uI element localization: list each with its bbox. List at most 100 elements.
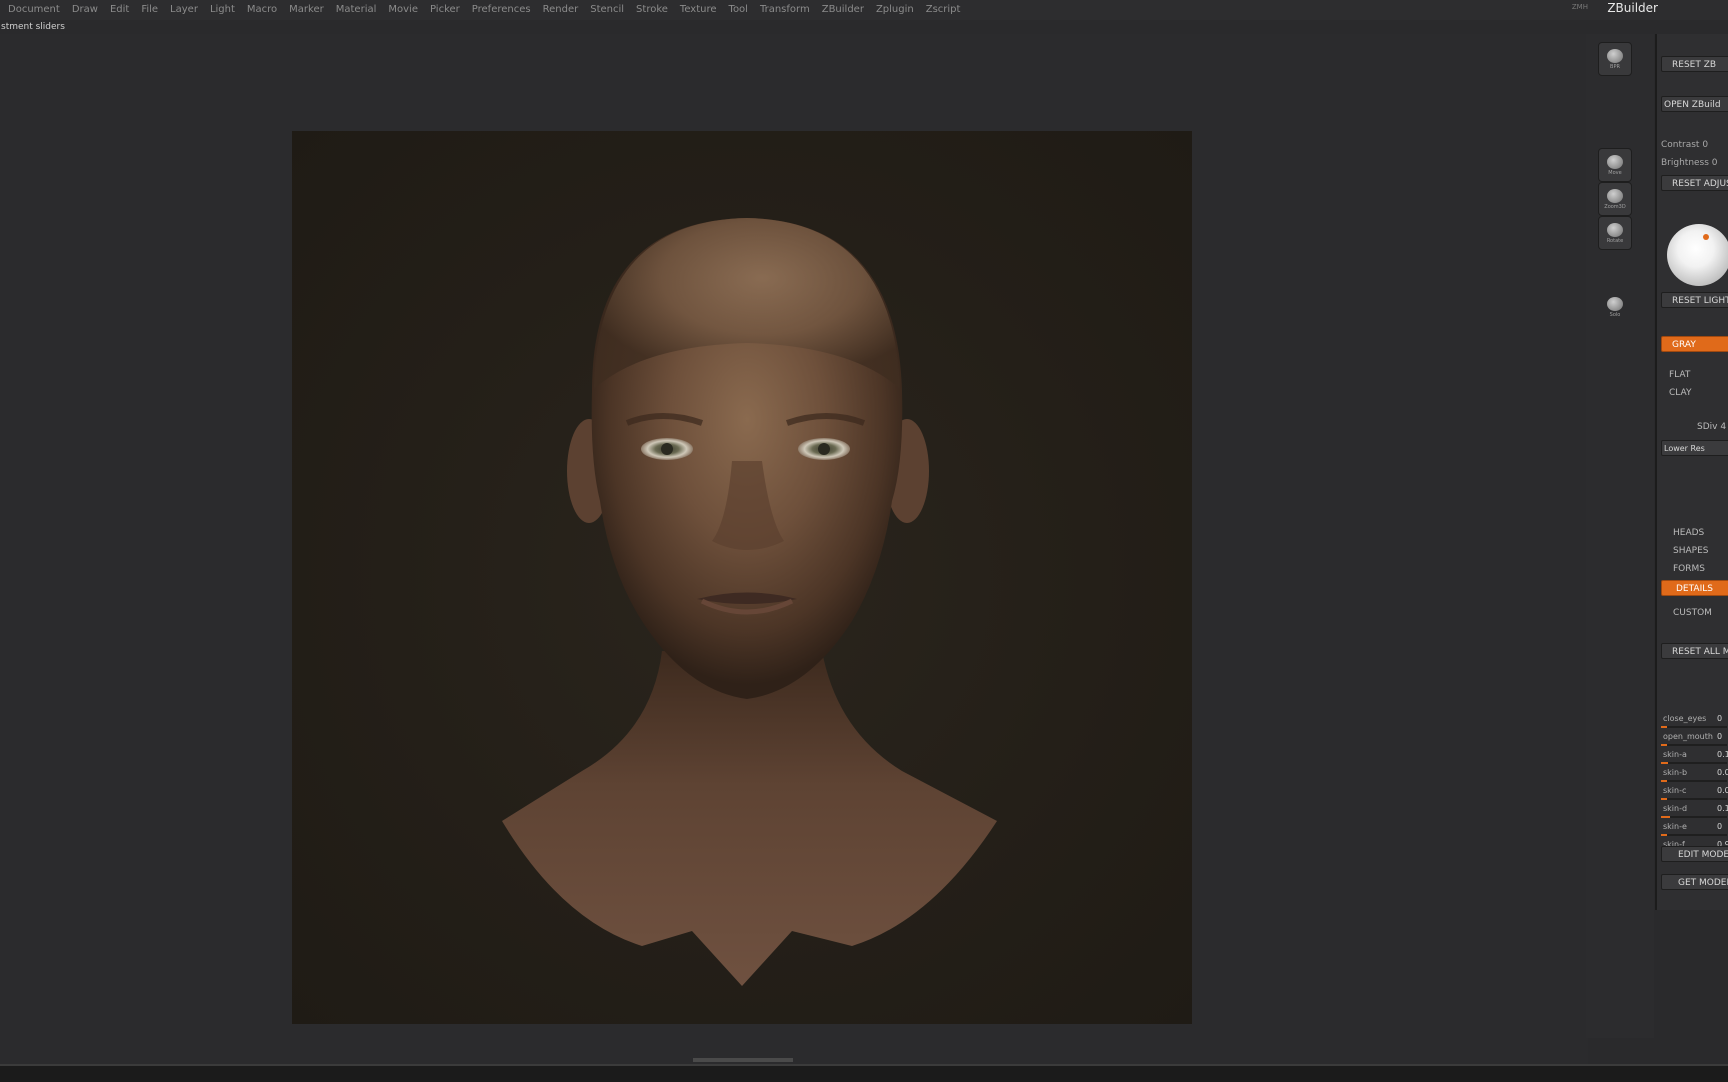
- slider-value: 0.13: [1717, 804, 1728, 813]
- brightness-slider[interactable]: Brightness 0: [1661, 158, 1718, 168]
- slider-value: 0: [1717, 822, 1723, 831]
- clay-option[interactable]: CLAY: [1669, 388, 1691, 398]
- menu-movie[interactable]: Movie: [382, 0, 424, 20]
- custom-tab[interactable]: CUSTOM: [1673, 608, 1712, 618]
- reset-light-button[interactable]: RESET LIGHT: [1661, 292, 1728, 308]
- slider-name: skin-a: [1663, 750, 1687, 759]
- sdiv-slider[interactable]: SDiv 4: [1697, 422, 1726, 432]
- slider-skin-c[interactable]: skin-c 0.04: [1661, 786, 1728, 800]
- slider-value: 0.07: [1717, 768, 1728, 777]
- slider-value: 0: [1717, 732, 1723, 741]
- menu-zscript[interactable]: Zscript: [920, 0, 967, 20]
- light-position-dot[interactable]: [1703, 234, 1709, 240]
- slider-track[interactable]: [1661, 744, 1727, 746]
- reset-all-button[interactable]: RESET ALL M: [1661, 643, 1728, 659]
- move-icon: [1607, 154, 1623, 169]
- slider-track[interactable]: [1661, 726, 1727, 728]
- menu-bar: Document Draw Edit File Layer Light Macro Marke…: [0, 0, 1728, 20]
- slider-open_mouth[interactable]: open_mouth 0: [1661, 732, 1728, 746]
- rotate-icon: [1607, 222, 1623, 237]
- menu-items: Document Draw Edit File Layer Light Macro Marke…: [2, 0, 966, 20]
- menu-texture[interactable]: Texture: [674, 0, 723, 20]
- zbuilder-palette: RESET ZB OPEN ZBuild Contrast 0 Brightne…: [1655, 34, 1728, 910]
- head-render: [502, 218, 997, 986]
- zbuilder-title: ZBuilder: [1607, 1, 1658, 15]
- menu-layer[interactable]: Layer: [164, 0, 204, 20]
- slider-name: skin-b: [1663, 768, 1688, 777]
- reset-adjust-button[interactable]: RESET ADJUS: [1661, 175, 1728, 191]
- open-zbuild-button[interactable]: OPEN ZBuild: [1661, 96, 1728, 112]
- menu-macro[interactable]: Macro: [241, 0, 283, 20]
- menu-tool[interactable]: Tool: [723, 0, 754, 20]
- light-sphere[interactable]: [1667, 224, 1728, 286]
- zoom3d-button[interactable]: Zoom3D: [1598, 182, 1632, 216]
- slider-track[interactable]: [1661, 798, 1727, 800]
- menu-file[interactable]: File: [135, 0, 164, 20]
- tool-shelf: BPR Move Zoom3D Rotate Solo: [1586, 34, 1654, 1038]
- menu-picker[interactable]: Picker: [424, 0, 466, 20]
- menu-stencil[interactable]: Stencil: [584, 0, 630, 20]
- heads-tab[interactable]: HEADS: [1673, 528, 1704, 538]
- move-label: Move: [1608, 169, 1622, 176]
- status-text: stment sliders: [1, 22, 65, 32]
- canvas-viewport[interactable]: [0, 34, 1588, 1064]
- menu-small-indicator: ZMH: [1571, 3, 1588, 11]
- shapes-tab[interactable]: SHAPES: [1673, 546, 1708, 556]
- slider-fill: [1661, 762, 1669, 764]
- lower-res-button[interactable]: Lower Res: [1661, 440, 1728, 456]
- menu-document[interactable]: Document: [2, 0, 66, 20]
- menu-transform[interactable]: Transform: [754, 0, 816, 20]
- slider-name: skin-d: [1663, 804, 1688, 813]
- contrast-slider[interactable]: Contrast 0: [1661, 140, 1708, 150]
- solo-icon: [1607, 296, 1623, 311]
- menu-zbuilder[interactable]: ZBuilder: [816, 0, 870, 20]
- get-model-button[interactable]: GET MODEL: [1661, 874, 1728, 890]
- bottom-bar: [0, 1064, 1728, 1082]
- solo-label: Solo: [1609, 311, 1621, 318]
- neck-shape: [502, 651, 997, 986]
- slider-skin-e[interactable]: skin-e 0: [1661, 822, 1728, 836]
- rotate-button[interactable]: Rotate: [1598, 216, 1632, 250]
- slider-value: 0: [1717, 714, 1723, 723]
- slider-name: open_mouth: [1663, 732, 1713, 741]
- forms-tab[interactable]: FORMS: [1673, 564, 1705, 574]
- slider-skin-d[interactable]: skin-d 0.13: [1661, 804, 1728, 818]
- slider-skin-b[interactable]: skin-b 0.07: [1661, 768, 1728, 782]
- slider-value: 0.04: [1717, 786, 1728, 795]
- move-button[interactable]: Move: [1598, 148, 1632, 182]
- menu-stroke[interactable]: Stroke: [630, 0, 674, 20]
- slider-skin-a[interactable]: skin-a 0.11: [1661, 750, 1728, 764]
- slider-track[interactable]: [1661, 834, 1727, 836]
- slider-fill: [1661, 744, 1667, 746]
- reset-zb-button[interactable]: RESET ZB: [1661, 56, 1728, 72]
- bpr-label: BPR: [1610, 63, 1620, 70]
- slider-track[interactable]: [1661, 780, 1727, 782]
- document-canvas[interactable]: [292, 131, 1192, 1024]
- menu-preferences[interactable]: Preferences: [466, 0, 537, 20]
- edit-model-button[interactable]: EDIT MODEL: [1661, 846, 1728, 862]
- flat-option[interactable]: FLAT: [1669, 370, 1690, 380]
- menu-draw[interactable]: Draw: [66, 0, 104, 20]
- details-tab[interactable]: DETAILS: [1661, 580, 1728, 596]
- slider-close_eyes[interactable]: close_eyes 0: [1661, 714, 1728, 728]
- slider-fill: [1661, 780, 1667, 782]
- zoom3d-icon: [1607, 188, 1623, 203]
- slider-track[interactable]: [1661, 762, 1727, 764]
- slider-name: close_eyes: [1663, 714, 1707, 723]
- slider-name: skin-e: [1663, 822, 1687, 831]
- slider-fill: [1661, 834, 1667, 836]
- menu-material[interactable]: Material: [330, 0, 383, 20]
- bottom-resize-handle[interactable]: [693, 1058, 793, 1062]
- menu-render[interactable]: Render: [537, 0, 585, 20]
- menu-zplugin[interactable]: Zplugin: [870, 0, 920, 20]
- slider-value: 0.11: [1717, 750, 1728, 759]
- gray-button[interactable]: GRAY: [1661, 336, 1728, 352]
- solo-button[interactable]: Solo: [1598, 290, 1632, 324]
- slider-fill: [1661, 726, 1667, 728]
- menu-marker[interactable]: Marker: [283, 0, 330, 20]
- slider-fill: [1661, 816, 1670, 818]
- slider-track[interactable]: [1661, 816, 1727, 818]
- menu-edit[interactable]: Edit: [104, 0, 135, 20]
- bpr-button[interactable]: BPR: [1598, 42, 1632, 76]
- menu-light[interactable]: Light: [204, 0, 241, 20]
